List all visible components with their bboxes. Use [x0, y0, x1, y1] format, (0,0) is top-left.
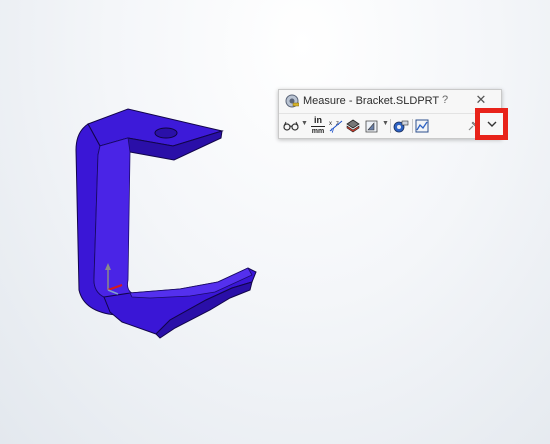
chevron-down-icon	[487, 121, 496, 127]
bracket-part-model[interactable]	[0, 0, 550, 444]
measure-tape-icon	[285, 94, 299, 108]
expand-dialog-button[interactable]	[480, 113, 503, 135]
measurement-history-button[interactable]	[415, 118, 429, 134]
point-to-point-button[interactable]	[393, 118, 409, 134]
projection-dropdown[interactable]: ▼	[382, 120, 389, 127]
close-button[interactable]: ✕	[474, 92, 488, 108]
arc-options-dropdown[interactable]: ▼	[301, 120, 308, 127]
graphics-viewport[interactable]	[0, 0, 550, 444]
plane-projection-button[interactable]	[365, 118, 379, 134]
layers-icon	[346, 119, 360, 133]
toolbar-separator	[412, 119, 413, 133]
help-button[interactable]: ?	[439, 94, 451, 106]
glasses-icon	[283, 121, 299, 131]
measure-dialog[interactable]: Measure - Bracket.SLDPRT ? ✕ ▼ in mm x z…	[278, 89, 502, 139]
projection-button[interactable]	[346, 118, 360, 134]
plane-icon	[365, 120, 378, 133]
dialog-title: Measure - Bracket.SLDPRT	[303, 95, 440, 107]
history-icon	[415, 119, 429, 133]
measure-toolbar: ▼ in mm x z y ▼	[279, 113, 501, 138]
point-to-point-icon	[393, 120, 409, 133]
svg-text:x: x	[329, 121, 332, 127]
toolbar-separator	[390, 119, 391, 133]
xyz-icon: x z y	[329, 120, 343, 133]
highlight-box	[475, 108, 508, 140]
arc-circle-measurements-button[interactable]	[283, 118, 299, 134]
units-precision-button[interactable]: in mm	[311, 116, 325, 136]
show-xyz-measurements-button[interactable]: x z y	[329, 118, 343, 134]
dialog-titlebar[interactable]: Measure - Bracket.SLDPRT ? ✕	[279, 90, 501, 112]
